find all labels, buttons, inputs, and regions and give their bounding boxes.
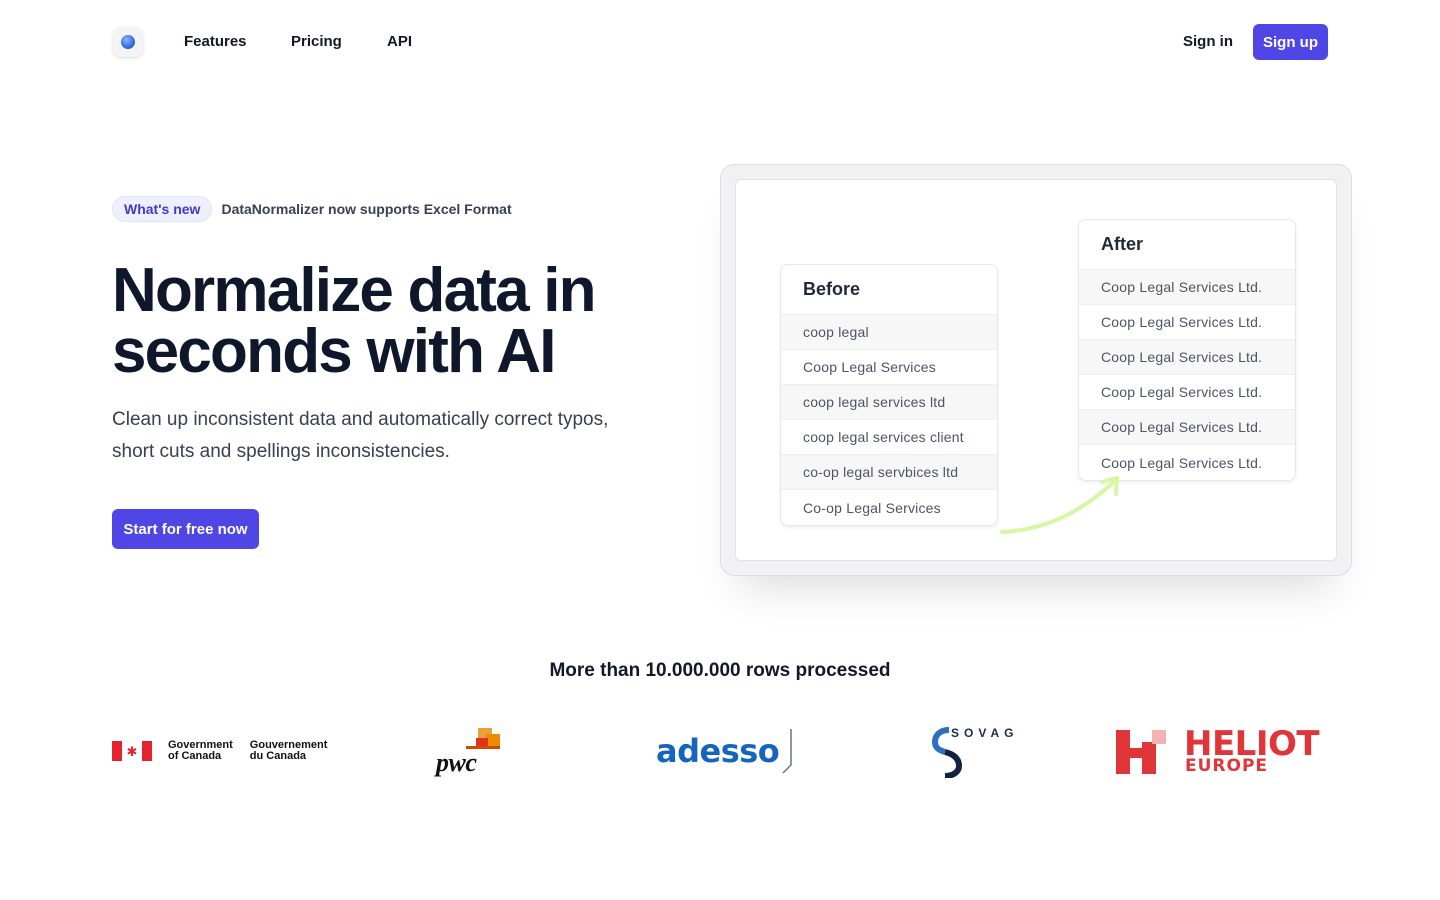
after-row: Coop Legal Services Ltd.: [1079, 375, 1295, 410]
whats-new-badge: What's new: [112, 196, 213, 222]
start-free-button[interactable]: Start for free now: [112, 509, 259, 549]
before-row: co-op legal servbices ltd: [781, 455, 997, 490]
after-table-title: After: [1079, 220, 1295, 270]
before-table: Before coop legal Coop Legal Services co…: [780, 264, 998, 526]
before-row: coop legal services client: [781, 420, 997, 455]
brand-logo[interactable]: [113, 27, 143, 57]
government-of-canada-logo: ✱ Government of Canada Gouvernement du C…: [112, 740, 327, 762]
nav-link-features[interactable]: Features: [184, 33, 247, 50]
before-row: coop legal services ltd: [781, 385, 997, 420]
announcement-bar[interactable]: What's new DataNormalizer now supports E…: [112, 196, 512, 222]
adesso-bracket-icon: [782, 729, 793, 774]
nav-link-pricing[interactable]: Pricing: [291, 33, 342, 50]
before-table-title: Before: [781, 265, 997, 315]
canada-flag-icon: ✱: [112, 741, 152, 761]
nav-link-api[interactable]: API: [387, 33, 412, 50]
heliot-subtitle: EUROPE: [1185, 756, 1269, 776]
after-row: Coop Legal Services Ltd.: [1079, 305, 1295, 340]
gov-en-line2: of Canada: [168, 750, 222, 762]
pwc-logo: pwc: [436, 728, 502, 778]
before-row: Coop Legal Services: [781, 350, 997, 385]
announcement-text: DataNormalizer now supports Excel Format: [221, 201, 512, 217]
adesso-logo: adesso: [656, 726, 795, 776]
demo-canvas: Before coop legal Coop Legal Services co…: [735, 179, 1337, 561]
heliot-europe-logo: HELIOT EUROPE: [1116, 724, 1330, 776]
after-row: Coop Legal Services Ltd.: [1079, 340, 1295, 375]
sign-in-link[interactable]: Sign in: [1183, 33, 1233, 50]
gov-text-en: Government of Canada: [168, 740, 233, 762]
sovag-wordmark: SOVAG: [951, 726, 1019, 740]
adesso-wordmark: adesso: [656, 732, 780, 770]
top-nav: Features Pricing API Sign in Sign up: [0, 0, 1440, 84]
heliot-h-icon: [1116, 730, 1166, 774]
demo-preview: Before coop legal Coop Legal Services co…: [720, 164, 1352, 576]
sovag-logo: SOVAG: [931, 726, 1021, 778]
after-table: After Coop Legal Services Ltd. Coop Lega…: [1078, 219, 1296, 481]
after-row: Coop Legal Services Ltd.: [1079, 410, 1295, 445]
before-row: Co-op Legal Services: [803, 499, 941, 516]
hero-title: Normalize data in seconds with AI: [112, 256, 597, 386]
before-row: coop legal: [781, 315, 997, 350]
pwc-wordmark: pwc: [436, 748, 477, 777]
transform-arrow-icon: [1000, 476, 1119, 534]
sign-up-button[interactable]: Sign up: [1253, 24, 1328, 60]
hero-subtitle: Clean up inconsistent data and automatic…: [112, 409, 609, 462]
gov-fr-line2: du Canada: [249, 750, 307, 762]
rows-processed-heading: More than 10.000.000 rows processed: [549, 660, 891, 681]
gov-text-fr: Gouvernement du Canada: [250, 740, 328, 762]
brand-logo-icon: [121, 35, 135, 49]
after-row: Coop Legal Services Ltd.: [1079, 270, 1295, 305]
